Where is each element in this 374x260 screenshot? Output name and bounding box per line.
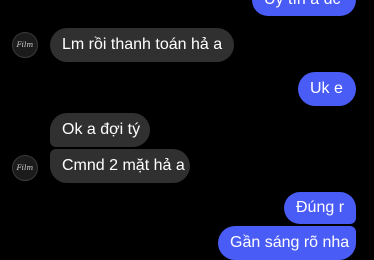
message-text: Uk e — [310, 80, 343, 97]
message-text: Uy tín a dc — [264, 0, 340, 10]
message-outgoing[interactable]: Uk e — [298, 72, 356, 106]
message-outgoing[interactable]: Uy tín a dc — [252, 0, 356, 16]
message-text: Gần sáng rõ nha — [230, 234, 350, 251]
avatar-logo-text: Film — [16, 164, 34, 172]
message-incoming[interactable]: Cmnd 2 mặt hả a — [50, 149, 190, 183]
contact-avatar[interactable]: Film — [12, 32, 38, 58]
message-outgoing[interactable]: Gần sáng rõ nha — [218, 226, 356, 260]
message-text: Đúng r — [296, 199, 345, 216]
message-thread: Uy tín a dc Film Lm rồi thanh toán hả a … — [0, 0, 374, 260]
message-text: Cmnd 2 mặt hả a — [62, 157, 185, 174]
message-text: Lm rồi thanh toán hả a — [62, 36, 223, 53]
message-text: Ok a đợi tý — [62, 121, 141, 138]
message-outgoing[interactable]: Đúng r — [284, 192, 356, 224]
message-incoming[interactable]: Ok a đợi tý — [50, 113, 150, 147]
avatar-logo-text: Film — [16, 41, 34, 49]
contact-avatar[interactable]: Film — [12, 155, 38, 181]
message-incoming[interactable]: Lm rồi thanh toán hả a — [50, 28, 234, 62]
